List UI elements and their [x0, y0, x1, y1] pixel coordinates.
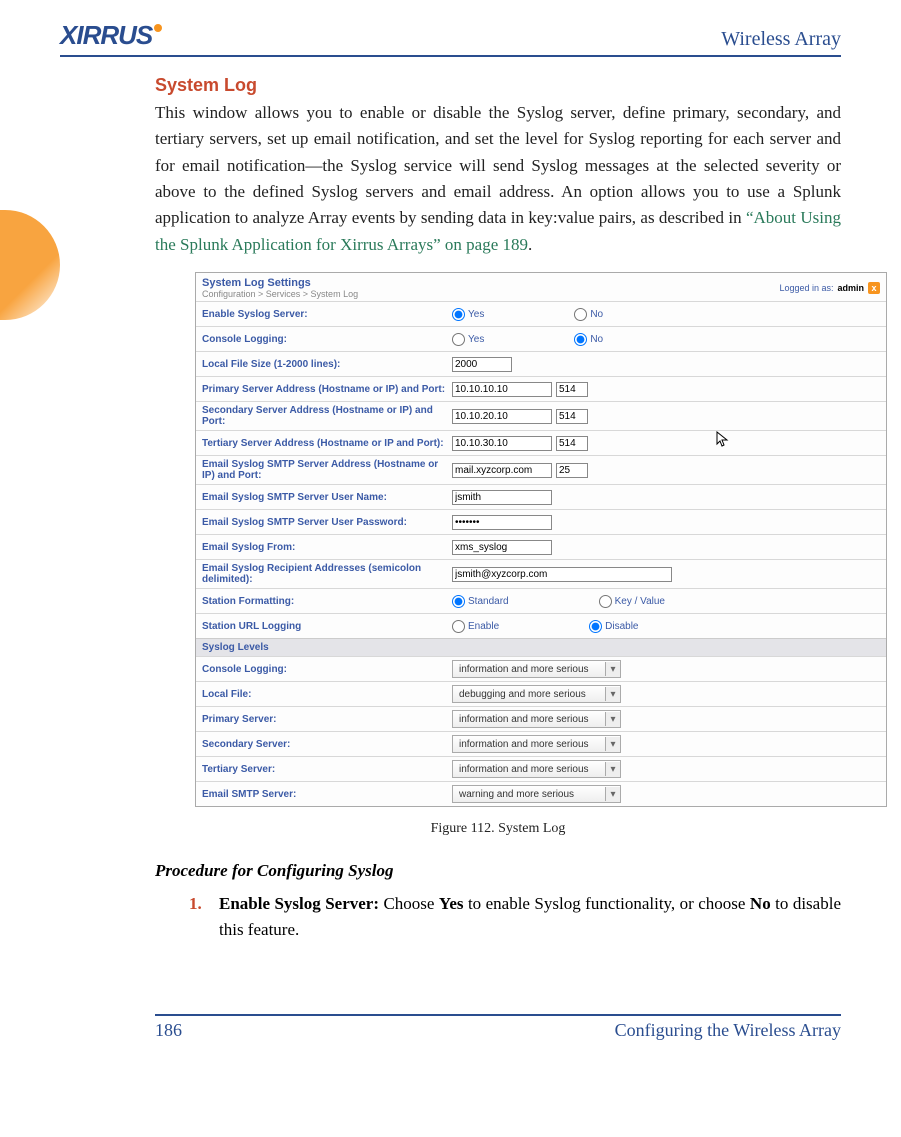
input-smtp-user[interactable] [452, 490, 552, 505]
chevron-down-icon: ▾ [605, 712, 620, 726]
radio-keyvalue[interactable]: Key / Value [599, 595, 665, 608]
label-smtp-user: Email Syslog SMTP Server User Name: [202, 492, 452, 503]
input-primary-port[interactable] [556, 382, 588, 397]
label-primary-server: Primary Server Address (Hostname or IP) … [202, 384, 452, 395]
xirrus-logo: XIRRUS [60, 20, 162, 51]
figure-caption: Figure 112. System Log [155, 821, 841, 837]
step-1-bold2: Yes [439, 894, 464, 913]
login-user: admin [837, 283, 864, 293]
radio-standard[interactable]: Standard [452, 595, 509, 608]
label-local-file-size: Local File Size (1-2000 lines): [202, 359, 452, 370]
logo-dot-icon [154, 24, 162, 32]
step-1-text2: to enable Syslog functionality, or choos… [463, 894, 749, 913]
label-level-primary: Primary Server: [202, 714, 452, 725]
radio-url-enable[interactable]: Enable [452, 620, 499, 633]
dropdown-level-local[interactable]: debugging and more serious▾ [452, 685, 621, 703]
label-station-formatting: Station Formatting: [202, 596, 452, 607]
label-console-logging: Console Logging: [202, 334, 452, 345]
login-prefix: Logged in as: [779, 283, 833, 293]
label-recipients: Email Syslog Recipient Addresses (semico… [202, 563, 452, 585]
intro-text-b: . [528, 235, 532, 254]
input-smtp-pass[interactable]: ••••••• [452, 515, 552, 530]
input-tertiary-host[interactable] [452, 436, 552, 451]
intro-paragraph: This window allows you to enable or disa… [155, 100, 841, 258]
label-level-console: Console Logging: [202, 664, 452, 675]
input-smtp-host[interactable] [452, 463, 552, 478]
procedure-heading: Procedure for Configuring Syslog [155, 861, 841, 881]
input-tertiary-port[interactable] [556, 436, 588, 451]
section-title: System Log [155, 75, 841, 96]
input-primary-host[interactable] [452, 382, 552, 397]
input-recipients[interactable] [452, 567, 672, 582]
label-smtp-server: Email Syslog SMTP Server Address (Hostna… [202, 459, 452, 481]
ss-breadcrumb: Configuration > Services > System Log [202, 289, 358, 299]
chevron-down-icon: ▾ [605, 687, 620, 701]
logo-text: XIRRUS [60, 20, 152, 51]
chevron-down-icon: ▾ [605, 662, 620, 676]
input-secondary-host[interactable] [452, 409, 552, 424]
chevron-down-icon: ▾ [605, 787, 620, 801]
dropdown-level-tertiary[interactable]: information and more serious▾ [452, 760, 621, 778]
header-right: Wireless Array [721, 28, 841, 51]
label-tertiary-server: Tertiary Server Address (Hostname or IP … [202, 438, 452, 449]
dropdown-level-email[interactable]: warning and more serious▾ [452, 785, 621, 803]
radio-enable-syslog-no[interactable]: No [574, 308, 603, 321]
page-header: XIRRUS Wireless Array [60, 20, 841, 57]
label-enable-syslog: Enable Syslog Server: [202, 309, 452, 320]
radio-console-yes[interactable]: Yes [452, 333, 484, 346]
chevron-down-icon: ▾ [605, 737, 620, 751]
step-1-text1: Choose [379, 894, 439, 913]
label-smtp-pass: Email Syslog SMTP Server User Password: [202, 517, 452, 528]
input-email-from[interactable] [452, 540, 552, 555]
radio-console-no[interactable]: No [574, 333, 603, 346]
radio-enable-syslog-yes[interactable]: Yes [452, 308, 484, 321]
label-email-from: Email Syslog From: [202, 542, 452, 553]
chevron-down-icon: ▾ [605, 762, 620, 776]
page-number: 186 [155, 1020, 182, 1041]
page-footer: 186 Configuring the Wireless Array [155, 1014, 841, 1041]
logout-icon[interactable]: x [868, 282, 880, 294]
label-station-url-logging: Station URL Logging [202, 621, 452, 632]
syslog-levels-header: Syslog Levels [196, 638, 886, 656]
step-1-bold3: No [750, 894, 771, 913]
intro-text-a: This window allows you to enable or disa… [155, 103, 841, 227]
input-local-file-size[interactable] [452, 357, 512, 372]
input-smtp-port[interactable] [556, 463, 588, 478]
system-log-screenshot: System Log Settings Configuration > Serv… [195, 272, 887, 807]
dropdown-level-console[interactable]: information and more serious▾ [452, 660, 621, 678]
dropdown-level-secondary[interactable]: information and more serious▾ [452, 735, 621, 753]
ss-title: System Log Settings [202, 277, 358, 289]
radio-url-disable[interactable]: Disable [589, 620, 638, 633]
label-level-secondary: Secondary Server: [202, 739, 452, 750]
side-tab-decoration [0, 210, 60, 320]
input-secondary-port[interactable] [556, 409, 588, 424]
label-level-email: Email SMTP Server: [202, 789, 452, 800]
step-1: 1. Enable Syslog Server: Choose Yes to e… [189, 891, 841, 944]
dropdown-level-primary[interactable]: information and more serious▾ [452, 710, 621, 728]
footer-title: Configuring the Wireless Array [615, 1020, 841, 1041]
step-1-number: 1. [189, 891, 202, 917]
step-1-bold1: Enable Syslog Server: [219, 894, 379, 913]
label-secondary-server: Secondary Server Address (Hostname or IP… [202, 405, 452, 427]
label-level-local: Local File: [202, 689, 452, 700]
ss-login-status: Logged in as: admin x [779, 277, 880, 299]
label-level-tertiary: Tertiary Server: [202, 764, 452, 775]
